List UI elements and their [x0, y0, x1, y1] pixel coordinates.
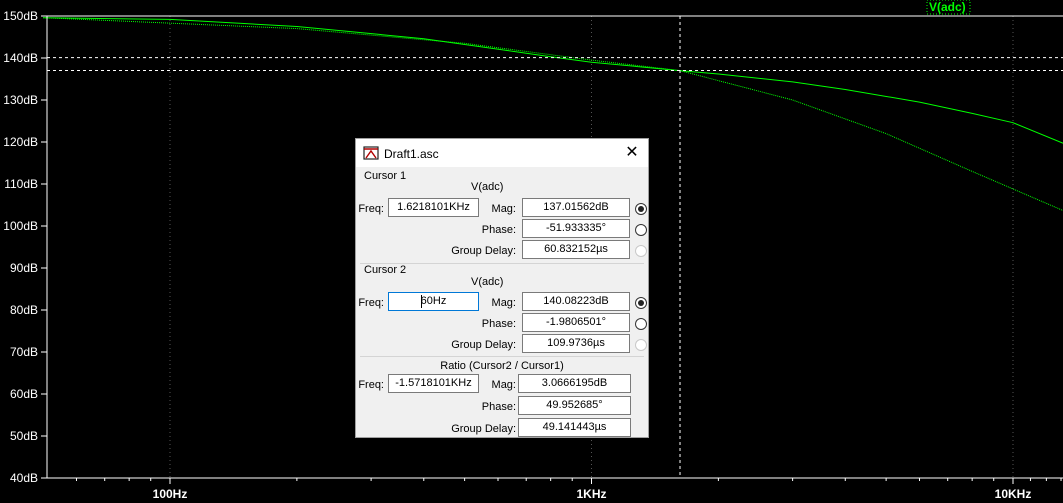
- ratio-freq-label: Freq:: [358, 379, 384, 391]
- cursor2-phase-value: -1.9806501°: [522, 313, 630, 332]
- cursor1-phase-radio[interactable]: [635, 224, 647, 236]
- ratio-section-label: Ratio (Cursor2 / Cursor1): [440, 360, 564, 372]
- ltspice-app-icon: [363, 146, 379, 160]
- ratio-phase-value: 49.952685°: [518, 396, 631, 415]
- x-tick-label: 1KHz: [576, 487, 606, 501]
- y-tick-label: 50dB: [10, 429, 38, 443]
- cursor1-phase-label: Phase:: [481, 224, 516, 236]
- cursor2-mag-value: 140.08223dB: [522, 292, 630, 311]
- y-tick-label: 100dB: [3, 219, 38, 233]
- cursor2-phase-radio[interactable]: [635, 318, 647, 330]
- cursor1-mag-value: 137.01562dB: [522, 198, 630, 217]
- x-axis-ticks: 100Hz 1KHz 10KHz: [75, 478, 1062, 501]
- cursor1-freq-input[interactable]: 1.6218101KHz: [388, 198, 479, 217]
- cursor2-group-delay-value: 109.9736µs: [522, 334, 630, 353]
- cursor2-mag-radio[interactable]: [635, 297, 647, 309]
- cursor2-mag-label: Mag:: [491, 297, 516, 309]
- cursor1-freq-label: Freq:: [358, 203, 384, 215]
- cursor2-group-delay-radio[interactable]: [635, 339, 647, 351]
- y-tick-label: 40dB: [10, 471, 38, 485]
- y-tick-label: 140dB: [3, 51, 38, 65]
- cursor1-trace-name: V(adc): [471, 181, 504, 193]
- y-axis-ticks: 150dB 140dB 130dB 120dB 110dB 100dB 90dB 80dB 70…: [3, 9, 47, 485]
- x-tick-label: 100Hz: [153, 487, 188, 501]
- trace-label[interactable]: V(adc): [929, 0, 966, 14]
- close-button[interactable]: ✕: [622, 143, 642, 163]
- y-tick-label: 60dB: [10, 387, 38, 401]
- cursor2-phase-label: Phase:: [481, 318, 516, 330]
- cursor2-section-label: Cursor 2: [364, 264, 407, 276]
- cursor-dialog: Draft1.asc ✕ Cursor 1 V(adc) Freq: 1.621…: [355, 138, 649, 438]
- ratio-phase-label: Phase:: [481, 401, 516, 413]
- y-tick-label: 120dB: [3, 135, 38, 149]
- cursor2-freq-label: Freq:: [358, 297, 384, 309]
- trace-v-adc-magnitude: [43, 17, 1063, 144]
- ratio-group-delay-value: 49.141443µs: [518, 418, 631, 437]
- cursor1-group-delay-radio[interactable]: [635, 245, 647, 257]
- cursor1-group-delay-value: 60.832152µs: [522, 240, 630, 259]
- ratio-mag-label: Mag:: [491, 379, 516, 391]
- cursor2-freq-input[interactable]: 60Hz: [388, 292, 479, 311]
- text-caret: [421, 295, 422, 308]
- cursor1-section-label: Cursor 1: [364, 170, 407, 182]
- y-tick-label: 80dB: [10, 303, 38, 317]
- y-tick-label: 110dB: [4, 177, 38, 191]
- ratio-freq-value: -1.5718101KHz: [388, 374, 479, 393]
- cursor1-mag-label: Mag:: [491, 203, 516, 215]
- ratio-group-delay-label: Group Delay:: [451, 423, 516, 435]
- cursor1-mag-radio[interactable]: [635, 203, 647, 215]
- dialog-titlebar[interactable]: Draft1.asc ✕: [356, 139, 648, 167]
- y-tick-label: 130dB: [3, 93, 38, 107]
- y-tick-label: 90dB: [10, 261, 38, 275]
- cursor2-group-delay-label: Group Delay:: [451, 339, 516, 351]
- separator: [360, 356, 644, 357]
- y-tick-label: 150dB: [3, 9, 38, 23]
- cursor1-group-delay-label: Group Delay:: [451, 245, 516, 257]
- y-tick-label: 70dB: [10, 345, 38, 359]
- cursor1-phase-value: -51.933335°: [522, 219, 630, 238]
- x-tick-label: 10KHz: [995, 487, 1032, 501]
- ratio-mag-value: 3.0666195dB: [518, 374, 631, 393]
- dialog-title: Draft1.asc: [384, 147, 439, 161]
- cursor2-trace-name: V(adc): [471, 276, 504, 288]
